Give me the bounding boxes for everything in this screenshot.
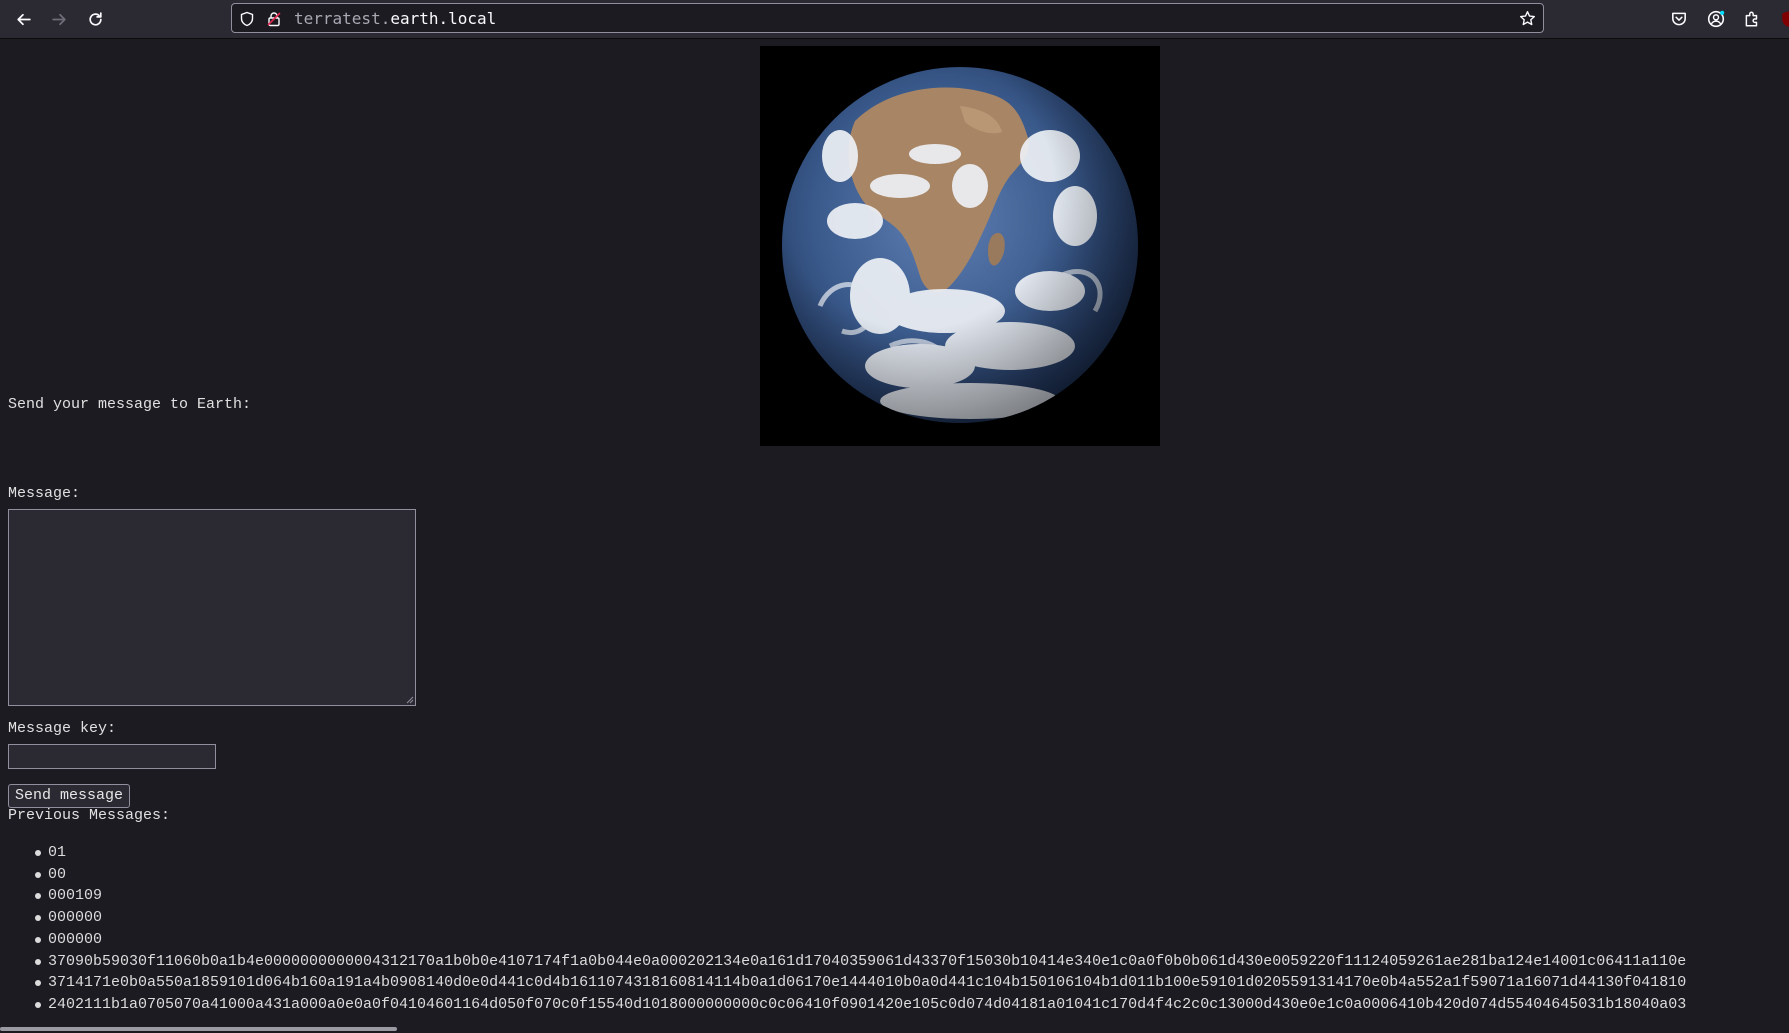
reload-icon [88,11,102,26]
pocket-button[interactable] [1666,6,1692,32]
earth-globe-illustration [760,46,1160,446]
list-item: 3714171e0b0a550a1859101d064b160a191a4b09… [34,972,1686,994]
message-key-label: Message key: [8,720,117,737]
horizontal-scrollbar[interactable] [0,1027,397,1031]
shield-icon[interactable] [238,10,255,27]
url-domain: earth.local [390,9,497,28]
arrow-left-icon [16,13,31,25]
reload-button[interactable] [81,5,109,33]
url-text[interactable]: terratest.earth.local [294,9,496,28]
browser-toolbar: terratest.earth.local [0,0,1789,39]
puzzle-icon [1745,11,1758,27]
forward-button[interactable] [45,5,73,33]
list-item: 00 [34,864,1686,886]
url-subdomain: terratest. [294,9,391,28]
previous-messages-heading: Previous Messages: [8,807,171,824]
send-message-button[interactable]: Send message [8,784,131,808]
pocket-icon [1672,12,1686,26]
ublock-button[interactable] [1776,6,1789,32]
message-label: Message: [8,485,81,502]
ublock-shield-icon [1782,11,1789,27]
account-button[interactable] [1703,6,1729,32]
list-item: 000109 [34,885,1686,907]
extensions-button[interactable] [1739,6,1765,32]
page-content: Send your message to Earth: Message: Mes… [0,39,1789,1033]
list-item: 37090b59030f11060b0a1b4e0000000000004312… [34,951,1686,973]
list-item: 000000 [34,929,1686,951]
previous-messages-list: 01 00 000109 000000 000000 37090b59030f1… [0,842,1686,1016]
list-item: 01 [34,842,1686,864]
intro-text: Send your message to Earth: [8,396,252,413]
earth-image [760,46,1160,446]
list-item: 000000 [34,907,1686,929]
list-item: 2402111b1a0705070a41000a431a000a0e0a0f04… [34,994,1686,1016]
insecure-lock-icon[interactable] [265,10,282,27]
resize-grip-icon[interactable] [404,694,414,704]
bookmark-star-icon[interactable] [1519,10,1536,27]
account-icon [1707,10,1725,28]
arrow-right-icon [51,13,66,25]
message-key-input[interactable] [8,744,216,769]
message-textarea[interactable] [8,509,416,706]
back-button[interactable] [9,5,37,33]
url-bar[interactable]: terratest.earth.local [231,3,1544,33]
